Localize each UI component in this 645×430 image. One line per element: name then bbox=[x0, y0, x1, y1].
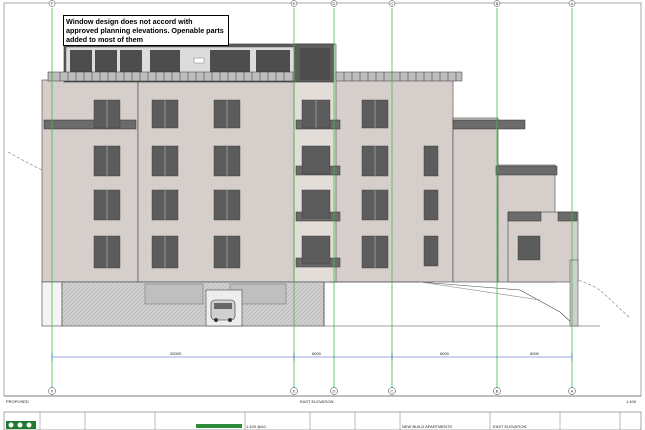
company-logo bbox=[6, 421, 36, 429]
grid-label-top: C bbox=[391, 1, 394, 6]
dimension-overall: 25000 bbox=[170, 351, 182, 356]
status-label: PROPOSED bbox=[6, 399, 29, 404]
title-scale: 1:100 @A1 bbox=[246, 424, 267, 429]
grid-label-bottom: D bbox=[333, 389, 336, 394]
dimension-segment: 6000 bbox=[530, 351, 540, 356]
grid-label-top: B bbox=[496, 1, 499, 6]
title-project: NEW BUILD APARTMENTS bbox=[402, 424, 452, 429]
ground-level bbox=[41, 281, 600, 327]
title-drawing-name: EAST ELEVATION bbox=[493, 424, 526, 429]
grid-label-top: E bbox=[293, 1, 296, 6]
grid-label-bottom: E bbox=[293, 389, 296, 394]
grid-label-top: D bbox=[333, 1, 336, 6]
grid-label-bottom: A bbox=[571, 389, 574, 394]
view-scale: 1:100 bbox=[626, 399, 637, 404]
roof-railings bbox=[47, 71, 463, 82]
dimension-segment: 6000 bbox=[440, 351, 450, 356]
dimension-segment: 6000 bbox=[312, 351, 322, 356]
grid-label-bottom: B bbox=[496, 389, 499, 394]
scale-bar bbox=[196, 424, 242, 428]
elevation-drawing: F E D C B A F E D C B A 25000 6000 6000 … bbox=[3, 0, 642, 430]
grid-label-top: A bbox=[571, 1, 574, 6]
view-title: EAST ELEVATION bbox=[300, 399, 333, 404]
review-annotation: Window design does not accord with appro… bbox=[63, 15, 229, 46]
grid-label-bottom: C bbox=[391, 389, 394, 394]
drawing-sheet: F E D C B A F E D C B A 25000 6000 6000 … bbox=[0, 0, 645, 430]
title-block: 1:100 @A1 NEW BUILD APARTMENTS EAST ELEV… bbox=[3, 411, 642, 430]
car-icon bbox=[210, 299, 236, 322]
